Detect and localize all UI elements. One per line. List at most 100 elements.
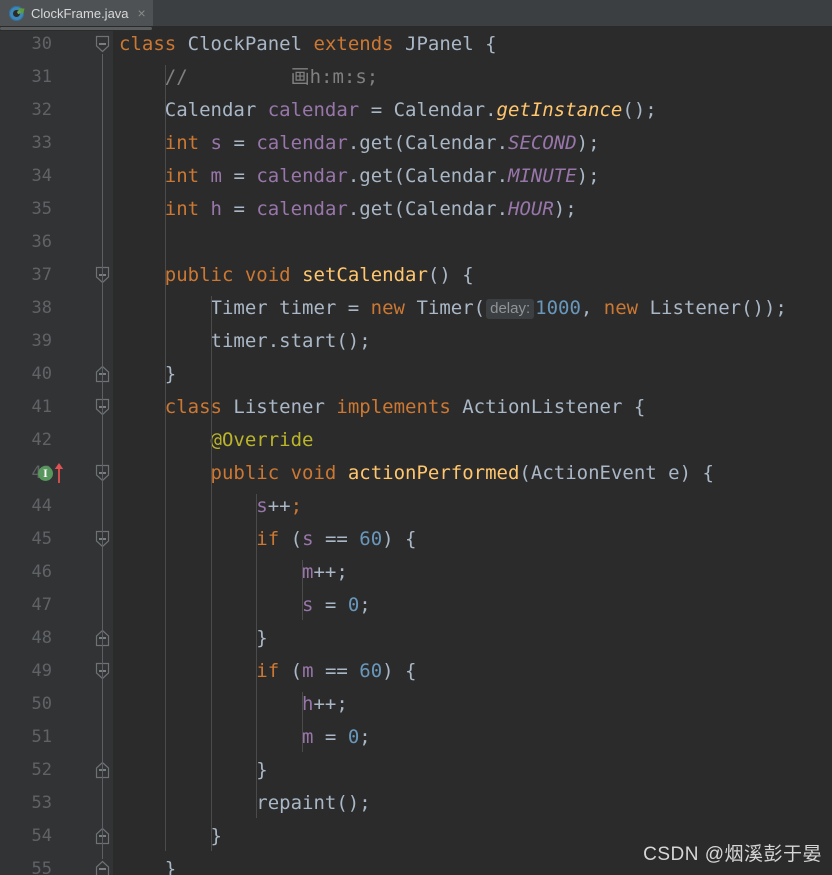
- code-line[interactable]: 45 if (s == 60) {: [0, 523, 832, 556]
- code-line-text: s = 0;: [119, 589, 371, 622]
- code-token: implements: [336, 396, 451, 418]
- code-line-text: int h = calendar.get(Calendar.HOUR);: [119, 193, 577, 226]
- code-token: JPanel: [405, 33, 474, 55]
- code-token: .get(: [347, 198, 406, 220]
- implementation-marker-icon[interactable]: I: [38, 466, 53, 481]
- fold-collapse-icon[interactable]: [94, 34, 111, 54]
- code-token: 0: [347, 726, 360, 748]
- tab-clockframe-java[interactable]: ClockFrame.java ×: [0, 0, 153, 26]
- code-token: calendar: [256, 198, 348, 220]
- code-line[interactable]: 42 @Override: [0, 424, 832, 457]
- code-token: (: [279, 660, 303, 682]
- code-line-text: // 画h:m:s;: [119, 61, 378, 94]
- code-token: 60: [359, 528, 383, 550]
- line-number: 39: [31, 331, 52, 351]
- line-number: 42: [31, 430, 52, 450]
- code-token: .: [485, 99, 497, 121]
- code-token: ActionListener: [462, 396, 623, 418]
- line-number: 47: [31, 595, 52, 615]
- code-line[interactable]: 48 }: [0, 622, 832, 655]
- fold-end-icon[interactable]: [94, 859, 111, 875]
- code-token: ;: [359, 726, 371, 748]
- code-line[interactable]: 50 h++;: [0, 688, 832, 721]
- code-line[interactable]: 47 s = 0;: [0, 589, 832, 622]
- code-token: 60: [359, 660, 383, 682]
- line-number: 38: [31, 298, 52, 318]
- code-token: m: [302, 561, 314, 583]
- code-line[interactable]: 51 m = 0;: [0, 721, 832, 754]
- code-line[interactable]: 30 class ClockPanel extends JPanel {: [0, 28, 832, 61]
- code-token: =: [222, 132, 257, 154]
- line-number: 48: [31, 628, 52, 648]
- code-line[interactable]: 38 Timer timer = new Timer(delay: 1000, n…: [0, 292, 832, 325]
- code-line[interactable]: 37 public void setCalendar() {: [0, 259, 832, 292]
- line-number: 45: [31, 529, 52, 549]
- code-token: ++: [267, 495, 291, 517]
- code-line-text: }: [119, 622, 267, 655]
- code-token: .: [496, 198, 509, 220]
- code-token: Calendar: [164, 99, 257, 121]
- code-token: Listener: [233, 396, 325, 418]
- code-line[interactable]: 34 int m = calendar.get(Calendar.MINUTE)…: [0, 160, 832, 193]
- code-token: new: [603, 297, 639, 319]
- code-token: setCalendar: [302, 264, 428, 286]
- code-token: calendar: [256, 165, 348, 187]
- code-line[interactable]: 41 class Listener implements ActionListe…: [0, 391, 832, 424]
- code-token: );: [576, 132, 600, 154]
- code-token: (: [279, 528, 303, 550]
- code-token: =: [222, 198, 257, 220]
- code-token: // 画h:m:s;: [119, 66, 379, 88]
- code-line-text: h++;: [119, 688, 348, 721]
- code-token: ++;: [313, 693, 348, 715]
- code-editor[interactable]: 30 class ClockPanel extends JPanel {31 //…: [0, 26, 832, 875]
- code-line[interactable]: 40 }: [0, 358, 832, 391]
- code-token: ++;: [313, 561, 348, 583]
- code-line[interactable]: 33 int s = calendar.get(Calendar.SECOND)…: [0, 127, 832, 160]
- line-number: 51: [31, 727, 52, 747]
- line-number: 35: [31, 199, 52, 219]
- code-token: getInstance: [496, 99, 623, 121]
- code-token: =: [313, 726, 348, 748]
- code-line[interactable]: 43 public void actionPerformed(ActionEve…: [0, 457, 832, 490]
- code-token: }: [119, 825, 222, 847]
- code-line-text: int m = calendar.get(Calendar.MINUTE);: [119, 160, 600, 193]
- code-line-text: public void actionPerformed(ActionEvent …: [119, 457, 714, 490]
- code-line-text: if (s == 60) {: [119, 523, 416, 556]
- code-token: Timer: [210, 297, 268, 319]
- watermark-label: CSDN @烟溪彭于晏: [643, 844, 822, 865]
- code-token: h: [210, 198, 222, 220]
- code-line[interactable]: 32 Calendar calendar = Calendar.getInsta…: [0, 94, 832, 127]
- code-line[interactable]: 39 timer.start();: [0, 325, 832, 358]
- code-line[interactable]: 35 int h = calendar.get(Calendar.HOUR);: [0, 193, 832, 226]
- code-token: {: [473, 33, 497, 55]
- code-line[interactable]: 52 }: [0, 754, 832, 787]
- code-line[interactable]: 44 s++;: [0, 490, 832, 523]
- code-line[interactable]: 49 if (m == 60) {: [0, 655, 832, 688]
- code-line-text: m++;: [119, 556, 348, 589]
- code-token: }: [119, 759, 268, 781]
- code-token: );: [576, 165, 600, 187]
- close-icon[interactable]: ×: [136, 6, 146, 20]
- code-token: }: [119, 363, 177, 385]
- code-line[interactable]: 46 m++;: [0, 556, 832, 589]
- code-token: .: [496, 165, 509, 187]
- code-line[interactable]: 53 repaint();: [0, 787, 832, 820]
- java-class-icon: [9, 4, 27, 21]
- code-line[interactable]: 31 // 画h:m:s;: [0, 61, 832, 94]
- fold-spine: [102, 54, 103, 859]
- code-line[interactable]: 36: [0, 226, 832, 259]
- code-content[interactable]: 30 class ClockPanel extends JPanel {31 //…: [0, 31, 832, 875]
- recursion-arrow-icon[interactable]: [54, 463, 64, 484]
- code-token: e) {: [656, 462, 714, 484]
- code-token: m: [210, 165, 222, 187]
